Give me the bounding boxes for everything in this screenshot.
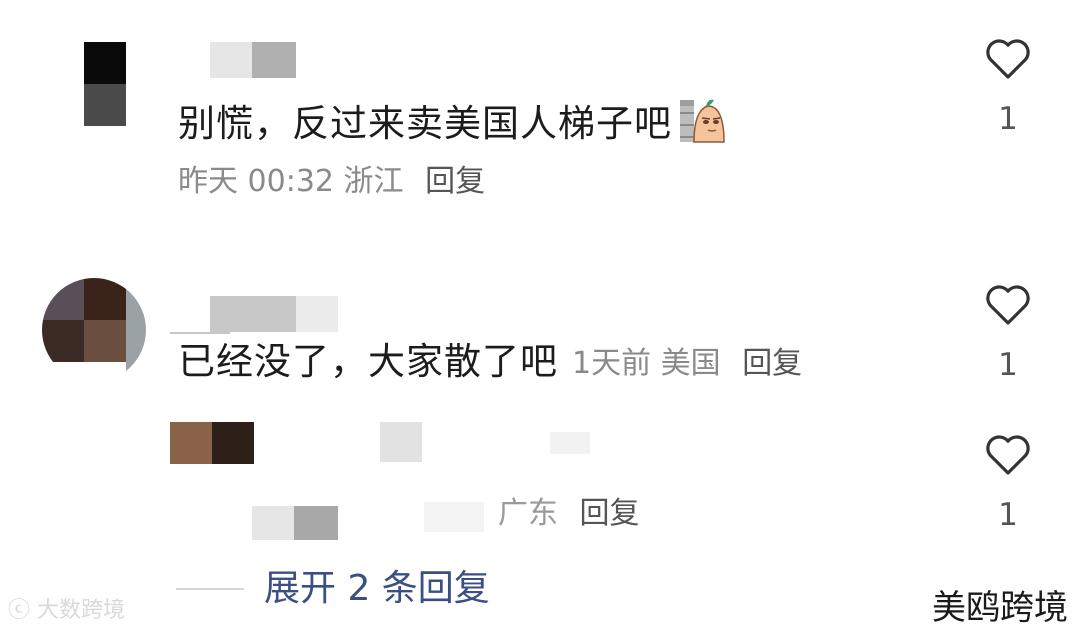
comment-meta: 昨天 00:32 浙江 回复 (178, 164, 485, 200)
reply-text-blurred (252, 494, 492, 540)
comment-text: 已经没了，大家散了吧 (178, 340, 558, 384)
expand-replies-button[interactable]: 展开 2 条回复 (264, 568, 490, 610)
comment-time: 昨天 00:32 (178, 164, 334, 199)
username-blurred[interactable] (380, 422, 600, 464)
like-count: 1 (998, 347, 1018, 383)
watermark-left-text: 大数跨境 (37, 598, 126, 623)
reply-button[interactable]: 回复 (580, 496, 640, 531)
comment-location: 浙江 (343, 164, 404, 199)
username-blurred[interactable] (210, 42, 300, 78)
avatar-pixel (84, 84, 126, 126)
avatar-pixel (126, 278, 146, 382)
comment-text-content: 已经没了，大家散了吧 (178, 340, 558, 383)
avatar[interactable] (42, 278, 146, 382)
expand-divider (176, 588, 244, 590)
reply-avatar[interactable] (170, 422, 254, 464)
reply-button[interactable]: 回复 (742, 346, 802, 381)
heart-icon (986, 435, 1030, 475)
avatar-pixel (42, 278, 84, 320)
comment-text-content: 别慌，反过来卖美国人梯子吧 (178, 102, 672, 145)
heart-icon (986, 39, 1030, 79)
avatar-pixel (42, 320, 84, 362)
comment-location: 广东 (498, 496, 558, 531)
like-button[interactable]: 1 (980, 282, 1036, 382)
like-count: 1 (998, 497, 1018, 533)
avatar-pixel (170, 422, 212, 464)
like-count: 1 (998, 101, 1018, 137)
avatar-pixel (84, 278, 126, 320)
watermark-right: 美鸥跨境 (932, 588, 1068, 628)
peek-wall-emoji-icon (678, 96, 728, 154)
watermark-logo-icon: ⓒ (8, 598, 31, 623)
watermark-left: ⓒ 大数跨境 (8, 592, 125, 624)
like-button[interactable]: 1 (980, 432, 1036, 532)
comment-meta: 广东 回复 (498, 496, 640, 532)
avatar-pixel (84, 320, 126, 362)
comment-time: 1天前 (572, 346, 652, 381)
username-blurred[interactable] (170, 296, 340, 336)
avatar[interactable] (42, 42, 146, 146)
comment-location: 美国 (660, 346, 721, 381)
comment-text: 别慌，反过来卖美国人梯子吧 (178, 96, 728, 154)
avatar-pixel (212, 422, 254, 464)
heart-icon (986, 285, 1030, 325)
comment-meta: 1天前 美国 回复 (572, 346, 802, 382)
like-button[interactable]: 1 (980, 36, 1036, 136)
avatar-pixel (84, 42, 126, 84)
reply-button[interactable]: 回复 (425, 164, 485, 199)
